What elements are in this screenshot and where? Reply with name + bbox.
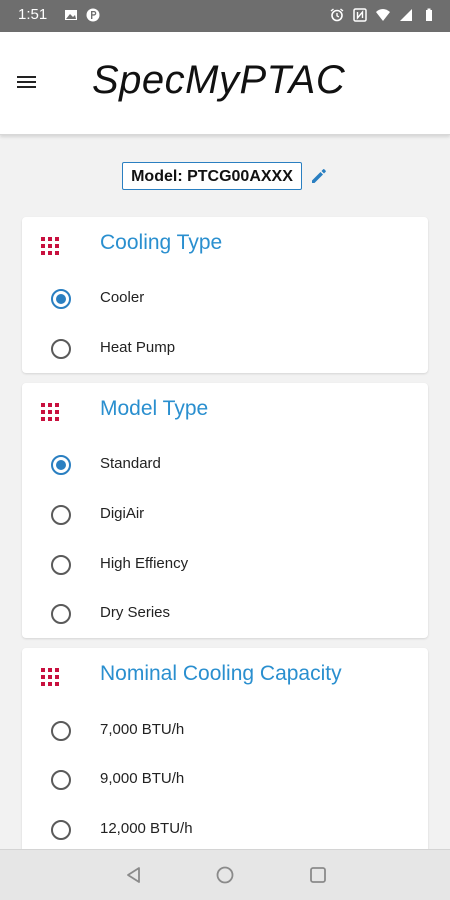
grid-icon — [41, 403, 59, 421]
grid-icon — [41, 668, 59, 686]
radio-button[interactable] — [51, 820, 71, 840]
option-label: High Effiency — [100, 555, 189, 572]
option-label: Dry Series — [100, 604, 171, 621]
menu-icon[interactable] — [14, 71, 40, 93]
edit-icon[interactable] — [310, 167, 328, 185]
p-icon — [86, 8, 100, 22]
radio-button-checked[interactable] — [51, 289, 71, 309]
option-high-effiency[interactable]: High Effiency — [22, 540, 428, 590]
option-9000-btu[interactable]: 9,000 BTU/h — [22, 755, 428, 805]
option-cooler[interactable]: Cooler — [22, 274, 428, 324]
wifi-icon — [376, 9, 390, 21]
option-7000-btu[interactable]: 7,000 BTU/h — [22, 706, 428, 756]
option-label: 12,000 BTU/h — [100, 820, 193, 837]
radio-button[interactable] — [51, 770, 71, 790]
section-title: Model Type — [100, 397, 209, 420]
model-field[interactable]: Model: PTCG00AXXX — [122, 162, 302, 190]
battery-icon — [426, 8, 432, 21]
status-time: 1:51 — [18, 6, 48, 23]
radio-button[interactable] — [51, 721, 71, 741]
option-label: 9,000 BTU/h — [100, 770, 185, 787]
app-title: SpecMyPTAC — [92, 58, 346, 102]
app-bar: SpecMyPTAC — [0, 32, 450, 135]
section-header: Model Type — [22, 383, 428, 441]
grid-icon — [41, 237, 59, 255]
back-icon[interactable] — [124, 865, 144, 885]
radio-button-checked[interactable] — [51, 455, 71, 475]
radio-button[interactable] — [51, 339, 71, 359]
navigation-bar — [0, 849, 450, 900]
section-title: Cooling Type — [100, 231, 223, 254]
option-dry-series[interactable]: Dry Series — [22, 589, 428, 639]
section-cooling-type: Cooling Type Cooler Heat Pump — [22, 217, 428, 373]
recents-icon[interactable] — [308, 865, 328, 885]
option-label: DigiAir — [100, 505, 145, 522]
option-label: Standard — [100, 455, 161, 472]
section-nominal-cooling-capacity: Nominal Cooling Capacity 7,000 BTU/h 9,0… — [22, 648, 428, 858]
section-title: Nominal Cooling Capacity — [100, 662, 342, 685]
section-header: Cooling Type — [22, 217, 428, 275]
nfc-icon — [353, 8, 367, 22]
option-label: Heat Pump — [100, 339, 176, 356]
section-header: Nominal Cooling Capacity — [22, 648, 428, 706]
option-label: 7,000 BTU/h — [100, 721, 185, 738]
home-icon[interactable] — [215, 865, 235, 885]
option-heat-pump[interactable]: Heat Pump — [22, 324, 428, 374]
radio-button[interactable] — [51, 505, 71, 525]
option-standard[interactable]: Standard — [22, 440, 428, 490]
option-label: Cooler — [100, 289, 145, 306]
section-model-type: Model Type Standard DigiAir High Effienc… — [22, 383, 428, 638]
option-digiair[interactable]: DigiAir — [22, 490, 428, 540]
option-12000-btu[interactable]: 12,000 BTU/h — [22, 805, 428, 855]
image-icon — [65, 10, 77, 20]
radio-button[interactable] — [51, 555, 71, 575]
status-bar: 1:51 — [0, 0, 450, 32]
alarm-icon — [330, 8, 344, 22]
signal-icon — [400, 9, 412, 21]
radio-button[interactable] — [51, 604, 71, 624]
